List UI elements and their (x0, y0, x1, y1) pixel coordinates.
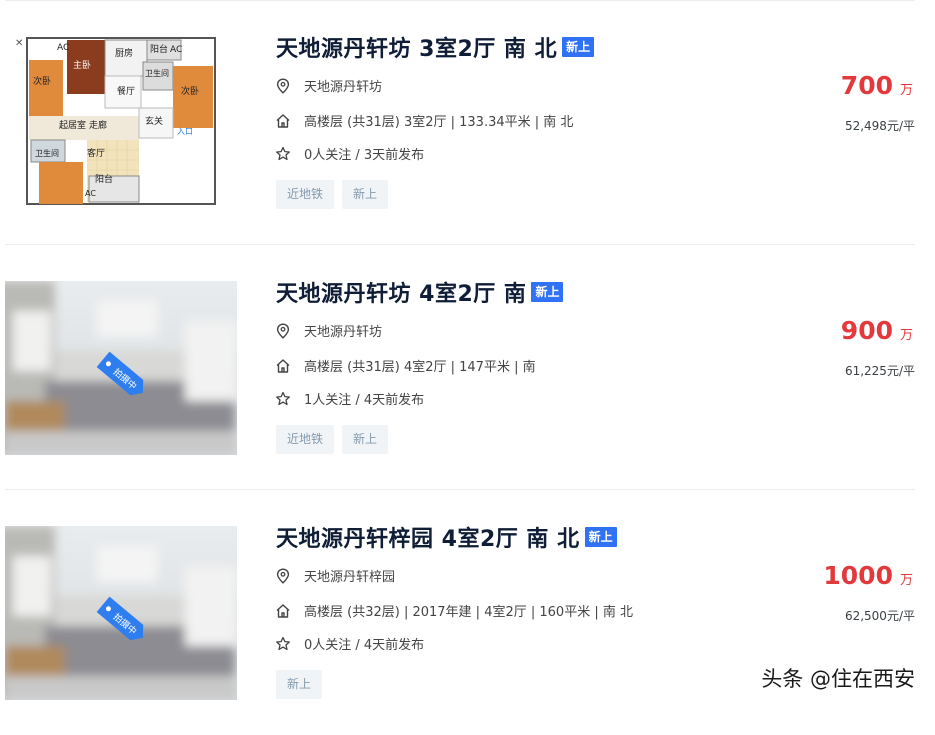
follow-info-row: 1人关注 / 4天前发布 (274, 389, 424, 408)
listing-title[interactable]: 天地源丹轩梓园 4室2厅 南 北 (276, 521, 580, 553)
total-price-unit: 万 (899, 328, 913, 343)
community-link[interactable]: 天地源丹轩梓园 (304, 566, 395, 585)
unit-price: 62,500元/平 (844, 609, 915, 623)
photo-thumbnail[interactable]: 拍摄中 (5, 526, 237, 700)
house-icon (274, 112, 292, 130)
listing-title[interactable]: 天地源丹轩坊 3室2厅 南 北 (276, 31, 557, 63)
total-price-value: 700 (840, 71, 893, 100)
label-living: 起居室 (59, 119, 86, 131)
tag-new: 新上 (342, 425, 389, 454)
follow-info-row: 0人关注 / 3天前发布 (274, 144, 424, 163)
location-pin-icon (274, 322, 292, 340)
title-row: 天地源丹轩坊 3室2厅 南 北 新上 (276, 31, 595, 63)
title-row: 天地源丹轩梓园 4室2厅 南 北 新上 (276, 521, 617, 553)
tag-list: 近地铁 新上 (276, 425, 396, 454)
label-second-left: 次卧 (33, 75, 51, 87)
label-dining: 餐厅 (117, 85, 135, 97)
house-info-text: 高楼层 (共31层) 4室2厅 | 147平米 | 南 (304, 360, 536, 375)
listing-title[interactable]: 天地源丹轩坊 4室2厅 南 (276, 276, 526, 308)
unit-price: 52,498元/平 (844, 119, 915, 133)
tag-near-subway: 近地铁 (276, 425, 335, 454)
placeholder-photo: 拍摄中 (5, 526, 237, 700)
tag-list: 近地铁 新上 (276, 180, 396, 209)
total-price: 700 万 (841, 71, 913, 100)
svg-text:✕: ✕ (15, 38, 23, 49)
house-info-row: 高楼层 (共31层) 4室2厅 | 147平米 | 南 (274, 356, 536, 375)
label-bath-right: 卫生间 (145, 68, 169, 78)
photo-thumbnail[interactable]: 拍摄中 (5, 281, 237, 455)
label-bath-left: 卫生间 (35, 148, 59, 158)
star-icon (274, 145, 292, 163)
follow-info-row: 0人关注 / 4天前发布 (274, 634, 424, 653)
follow-info-text: 0人关注 / 3天前发布 (304, 148, 425, 163)
community-row: 天地源丹轩坊 (274, 76, 382, 95)
label-ac-3: AC (85, 189, 96, 198)
tag-new: 新上 (276, 670, 323, 699)
label-ac-1: AC (170, 45, 182, 55)
new-badge: 新上 (584, 527, 617, 547)
follow-info-text: 0人关注 / 4天前发布 (304, 638, 425, 653)
listing-item[interactable]: 拍摄中 天地源丹轩坊 4室2厅 南 新上 天地源丹轩坊 高楼层 (共31层) 4… (0, 245, 935, 490)
location-pin-icon (274, 567, 292, 585)
label-ac-2: AC (57, 43, 69, 53)
community-link[interactable]: 天地源丹轩坊 (304, 76, 382, 95)
tag-new: 新上 (342, 180, 389, 209)
watermark: 头条 @住在西安 (761, 667, 915, 691)
new-badge: 新上 (531, 282, 564, 302)
house-info-text: 高楼层 (共32层) | 2017年建 | 4室2厅 | 160平米 | 南 北 (304, 605, 633, 620)
floorplan-thumbnail[interactable]: ✕ 次卧 主卧 厨房 阳台 AC AC 餐厅 卫生间 次卧 起居室 走廊 卫生间… (5, 36, 237, 210)
location-pin-icon (274, 77, 292, 95)
listing-item[interactable]: ✕ 次卧 主卧 厨房 阳台 AC AC 餐厅 卫生间 次卧 起居室 走廊 卫生间… (0, 0, 935, 245)
house-info-text: 高楼层 (共31层) 3室2厅 | 133.34平米 | 南 北 (304, 115, 574, 130)
label-second-right: 次卧 (181, 85, 199, 97)
total-price: 900 万 (841, 316, 913, 345)
label-balcony-top: 阳台 (150, 43, 168, 55)
floorplan-image: ✕ 次卧 主卧 厨房 阳台 AC AC 餐厅 卫生间 次卧 起居室 走廊 卫生间… (5, 36, 237, 210)
label-entrance: 入口 (177, 127, 193, 136)
community-link[interactable]: 天地源丹轩坊 (304, 321, 382, 340)
label-entry: 玄关 (145, 115, 163, 127)
listing-item[interactable]: 拍摄中 天地源丹轩梓园 4室2厅 南 北 新上 天地源丹轩梓园 高楼层 (共32… (0, 490, 935, 735)
label-corridor: 走廊 (89, 119, 107, 131)
new-badge: 新上 (562, 37, 595, 57)
star-icon (274, 390, 292, 408)
total-price-unit: 万 (899, 83, 913, 98)
placeholder-photo: 拍摄中 (5, 281, 237, 455)
label-living-room: 客厅 (87, 147, 105, 159)
community-row: 天地源丹轩梓园 (274, 566, 395, 585)
total-price-unit: 万 (899, 573, 913, 588)
label-balcony-bottom: 阳台 (95, 173, 113, 185)
label-master: 主卧 (73, 59, 91, 71)
label-kitchen: 厨房 (115, 47, 133, 59)
total-price: 1000 万 (823, 561, 913, 590)
star-icon (274, 635, 292, 653)
title-row: 天地源丹轩坊 4室2厅 南 新上 (276, 276, 564, 308)
house-info-row: 高楼层 (共32层) | 2017年建 | 4室2厅 | 160平米 | 南 北 (274, 601, 633, 620)
house-icon (274, 602, 292, 620)
house-icon (274, 357, 292, 375)
total-price-value: 1000 (823, 561, 893, 590)
total-price-value: 900 (840, 316, 893, 345)
follow-info-text: 1人关注 / 4天前发布 (304, 393, 425, 408)
tag-near-subway: 近地铁 (276, 180, 335, 209)
community-row: 天地源丹轩坊 (274, 321, 382, 340)
tag-list: 新上 (276, 670, 330, 699)
unit-price: 61,225元/平 (844, 364, 915, 378)
house-info-row: 高楼层 (共31层) 3室2厅 | 133.34平米 | 南 北 (274, 111, 573, 130)
